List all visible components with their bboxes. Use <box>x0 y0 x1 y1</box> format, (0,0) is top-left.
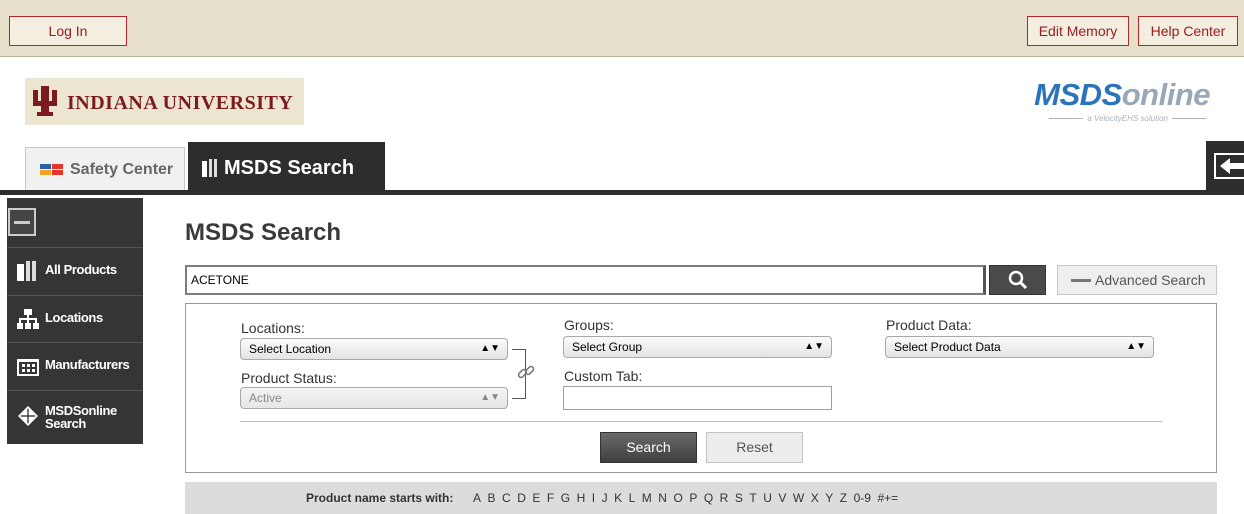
logo-prefix: MSDS <box>1034 77 1122 112</box>
tab-msds-search-label: MSDS Search <box>224 157 355 179</box>
alphabet-letter-link[interactable]: K <box>614 491 622 505</box>
product-data-select[interactable]: Select Product Data ▲▼ <box>885 336 1154 358</box>
alphabet-letter-link[interactable]: M <box>642 491 652 505</box>
back-arrow-icon <box>1214 153 1244 179</box>
tab-msds-search[interactable]: MSDS Search <box>188 142 385 190</box>
locations-select[interactable]: Select Location ▲▼ <box>240 338 508 360</box>
alphabet-letter-link[interactable]: #+= <box>877 491 898 505</box>
msdsonline-logo: MSDSonline a VelocityEHS solution <box>1034 77 1211 124</box>
back-arrow-button[interactable] <box>1206 141 1244 190</box>
alphabet-letter-link[interactable]: T <box>749 491 756 505</box>
edit-memory-button[interactable]: Edit Memory <box>1027 16 1129 46</box>
alphabet-letter-link[interactable]: G <box>561 491 570 505</box>
filters-divider <box>240 421 1162 422</box>
collapse-bar-icon <box>1071 279 1091 282</box>
search-button[interactable]: Search <box>600 432 697 463</box>
tab-safety-center[interactable]: Safety Center <box>25 147 185 190</box>
alphabet-letter-link[interactable]: N <box>658 491 667 505</box>
groups-select[interactable]: Select Group ▲▼ <box>563 336 832 358</box>
custom-tab-label: Custom Tab: <box>564 368 643 384</box>
alphabet-lead-label: Product name starts with: <box>306 491 454 505</box>
login-button[interactable]: Log In <box>9 16 127 46</box>
alphabet-letter-link[interactable]: U <box>763 491 772 505</box>
sidebar-item-label: Locations <box>45 310 103 325</box>
alphabet-letter-link[interactable]: 0-9 <box>854 491 871 505</box>
alphabet-letter-link[interactable]: E <box>532 491 540 505</box>
alphabet-letter-link[interactable]: Y <box>825 491 833 505</box>
alphabet-letter-link[interactable]: O <box>673 491 682 505</box>
alphabet-letters: A B C D E F G H I J K L M N O P Q R S T U V W X Y Z 0-9 #+= <box>473 482 905 514</box>
alphabet-letter-link[interactable]: Z <box>840 491 847 505</box>
alphabet-letter-link[interactable]: P <box>689 491 697 505</box>
alphabet-letter-link[interactable]: X <box>811 491 819 505</box>
reset-button[interactable]: Reset <box>706 432 803 463</box>
sidebar-item-label-line2: Search <box>45 416 86 431</box>
locations-label: Locations: <box>241 320 305 336</box>
alphabet-letter-link[interactable]: L <box>629 491 636 505</box>
sidebar-item-msdsonline-search[interactable]: MSDSonline Search <box>7 390 143 444</box>
product-data-select-value: Select Product Data <box>894 340 1001 354</box>
iu-trident-icon <box>33 86 57 116</box>
select-arrows-icon: ▲▼ <box>480 343 500 354</box>
tab-safety-center-label: Safety Center <box>70 161 174 178</box>
alphabet-letter-link[interactable]: H <box>577 491 586 505</box>
product-status-select[interactable]: Active ▲▼ <box>240 387 508 409</box>
select-arrows-icon: ▲▼ <box>804 341 824 352</box>
alphabet-letter-link[interactable]: F <box>547 491 554 505</box>
alphabet-letter-link[interactable]: D <box>517 491 526 505</box>
search-input[interactable] <box>185 265 986 295</box>
custom-tab-input[interactable] <box>563 386 832 410</box>
help-center-button[interactable]: Help Center <box>1138 16 1238 46</box>
sitemap-icon <box>17 309 39 329</box>
search-submit-button[interactable] <box>989 265 1046 295</box>
select-arrows-icon: ▲▼ <box>1126 341 1146 352</box>
product-status-select-value: Active <box>249 391 282 405</box>
page-title: MSDS Search <box>185 219 342 246</box>
binders-icon <box>202 159 217 177</box>
alphabet-letter-link[interactable]: Q <box>704 491 713 505</box>
sidebar-item-label: All Products <box>45 262 117 277</box>
sidebar-collapse-button[interactable] <box>8 208 36 236</box>
alphabet-letter-link[interactable]: W <box>793 491 804 505</box>
advanced-search-button[interactable]: Advanced Search <box>1057 265 1217 295</box>
sidebar-item-all-products[interactable]: All Products <box>7 247 143 294</box>
alphabet-letter-link[interactable]: B <box>488 491 496 505</box>
sidebar-item-label: Manufacturers <box>45 357 130 372</box>
product-status-label: Product Status: <box>241 370 337 386</box>
university-name: INDIANA UNIVERSITY <box>67 92 294 114</box>
alphabet-letter-link[interactable]: R <box>720 491 729 505</box>
alphabet-letter-link[interactable]: V <box>778 491 786 505</box>
alphabet-letter-link[interactable]: S <box>735 491 743 505</box>
logo-tagline: a VelocityEHS solution <box>1087 114 1168 123</box>
select-arrows-icon: ▲▼ <box>480 392 500 403</box>
sidebar-item-locations[interactable]: Locations <box>7 295 143 342</box>
diamond-icon <box>18 406 38 426</box>
alphabet-letter-link[interactable]: A <box>473 491 481 505</box>
sidebar-item-manufacturers[interactable]: Manufacturers <box>7 342 143 389</box>
factory-icon <box>17 359 39 376</box>
advanced-search-label: Advanced Search <box>1095 272 1206 288</box>
alphabet-filter-bar: Product name starts with: ABCDEFGHIJKLMN… <box>185 482 1217 514</box>
product-data-label: Product Data: <box>886 317 972 333</box>
indiana-university-logo[interactable]: INDIANA UNIVERSITY <box>25 78 304 125</box>
safety-center-icon <box>40 164 64 176</box>
logo-suffix: online <box>1121 77 1211 112</box>
tabs-divider <box>0 190 1244 195</box>
chain-link-icon[interactable] <box>517 363 535 385</box>
locations-select-value: Select Location <box>249 342 332 356</box>
alphabet-letter-link[interactable]: J <box>602 491 608 505</box>
alphabet-letter-link[interactable]: C <box>502 491 511 505</box>
alphabet-letter-link[interactable]: I <box>592 491 595 505</box>
search-icon <box>1008 270 1028 290</box>
binders-icon <box>17 261 36 281</box>
groups-select-value: Select Group <box>572 340 643 354</box>
groups-label: Groups: <box>564 317 614 333</box>
